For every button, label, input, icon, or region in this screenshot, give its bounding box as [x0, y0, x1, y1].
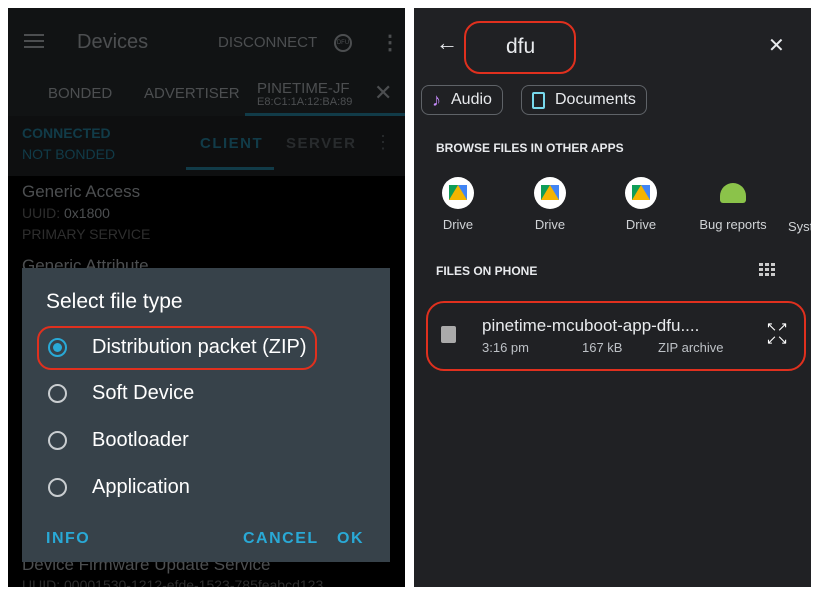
option-label[interactable]: Bootloader	[92, 429, 189, 452]
file-size: 167 kB	[582, 340, 623, 355]
document-icon	[532, 91, 545, 109]
file-picker-screen: ← dfu ✕ ♪ Audio Documents BROWSE FILES IN…	[414, 8, 811, 587]
drive-icon	[534, 177, 566, 209]
clear-search-icon[interactable]: ✕	[768, 33, 785, 58]
ok-button[interactable]: OK	[337, 530, 364, 548]
app-system[interactable]: Syst	[788, 219, 811, 234]
option-label[interactable]: Distribution packet (ZIP)	[92, 336, 307, 359]
android-icon	[720, 183, 746, 203]
file-row[interactable]: pinetime-mcuboot-app-dfu.... 3:16 pm 167…	[414, 308, 811, 366]
file-type: ZIP archive	[658, 340, 724, 355]
radio-soft-device[interactable]	[48, 384, 67, 403]
chip-label: Documents	[555, 91, 636, 108]
files-header: FILES ON PHONE	[436, 264, 538, 278]
chip-label: Audio	[451, 91, 492, 108]
browse-header: BROWSE FILES IN OTHER APPS	[436, 141, 624, 155]
app-drive[interactable]: Drive	[423, 177, 493, 232]
nrf-connect-screen: Devices DISCONNECT DFU ⋮ BONDED ADVERTIS…	[8, 8, 405, 587]
back-arrow-icon[interactable]: ←	[436, 30, 458, 56]
radio-bootloader[interactable]	[48, 431, 67, 450]
expand-icon[interactable]: ↖↗ ↙↘	[764, 320, 790, 346]
option-label[interactable]: Soft Device	[92, 382, 194, 405]
drive-icon	[625, 177, 657, 209]
app-label: Syst	[788, 219, 811, 234]
option-label[interactable]: Application	[92, 476, 190, 499]
app-drive[interactable]: Drive	[606, 177, 676, 232]
app-label: Drive	[442, 217, 474, 232]
app-drive[interactable]: Drive	[515, 177, 585, 232]
select-file-type-dialog: Select file type Distribution packet (ZI…	[22, 268, 390, 562]
app-label: Bug reports	[699, 217, 767, 232]
drive-icon	[442, 177, 474, 209]
radio-distribution-packet[interactable]	[48, 338, 67, 357]
file-time: 3:16 pm	[482, 340, 529, 355]
file-name: pinetime-mcuboot-app-dfu....	[482, 316, 700, 335]
zip-file-icon	[441, 326, 456, 343]
grid-view-icon[interactable]	[759, 263, 775, 276]
music-note-icon: ♪	[432, 89, 441, 110]
app-label: Drive	[625, 217, 657, 232]
cancel-button[interactable]: CANCEL	[243, 530, 319, 548]
dialog-title: Select file type	[46, 290, 183, 313]
radio-application[interactable]	[48, 478, 67, 497]
chip-audio[interactable]: ♪ Audio	[421, 85, 503, 115]
app-bug-reports[interactable]: Bug reports	[690, 177, 776, 232]
app-label: Drive	[534, 217, 566, 232]
chip-documents[interactable]: Documents	[521, 85, 647, 115]
search-input[interactable]: dfu	[506, 35, 535, 59]
info-button[interactable]: INFO	[46, 530, 90, 548]
